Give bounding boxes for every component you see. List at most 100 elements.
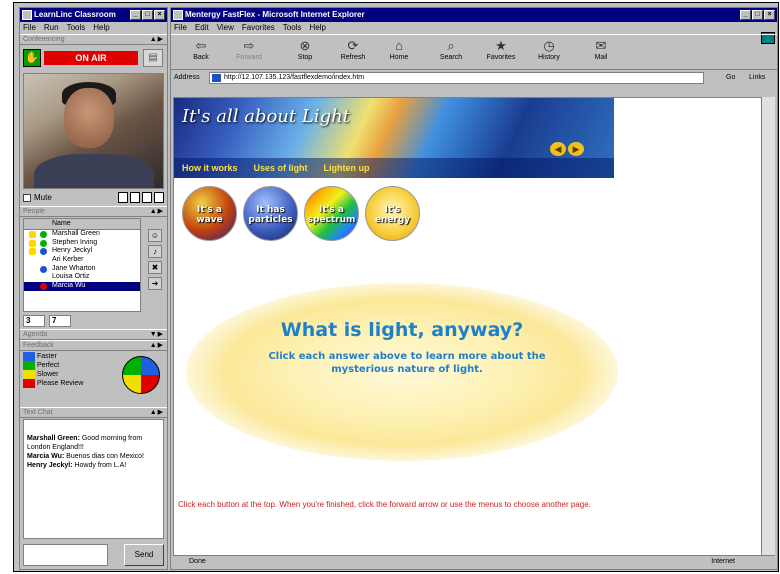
list-item-selected[interactable]: Marcia Wu [24, 282, 140, 291]
forward-button[interactable]: ⇨ Forward [227, 37, 271, 61]
nav-how-it-works[interactable]: How it works [182, 163, 238, 173]
send-button[interactable]: Send [124, 544, 164, 566]
camera-icon[interactable]: ▤ [143, 49, 163, 67]
back-button[interactable]: ⇦ Back [179, 37, 223, 61]
agenda-label: Agenda [23, 331, 48, 338]
section-toggle-icon[interactable]: ▼▶ [150, 330, 164, 340]
list-item[interactable]: Jane Wharton [24, 265, 140, 274]
remove-icon[interactable]: ✖ [148, 261, 162, 274]
menu-tools[interactable]: Tools [67, 22, 86, 34]
refresh-button[interactable]: ⟳ Refresh [331, 37, 375, 61]
maximize-button[interactable]: □ [752, 10, 763, 20]
instructions: Click each button at the top. When you'r… [178, 500, 591, 509]
close-button[interactable]: × [154, 10, 165, 20]
app-icon [22, 10, 32, 20]
mail-button[interactable]: ✉ Mail [579, 37, 623, 61]
text-chat-header[interactable]: Text Chat ▲▶ [20, 407, 167, 418]
particles-button[interactable]: It has particles [243, 186, 298, 241]
mic-icon[interactable] [130, 192, 140, 203]
list-item[interactable]: Marshall Green [24, 230, 140, 239]
menu-tools[interactable]: Tools [283, 22, 302, 34]
close-button[interactable]: × [764, 10, 775, 20]
minimize-button[interactable]: _ [130, 10, 141, 20]
maximize-button[interactable]: □ [142, 10, 153, 20]
raise-hand-button[interactable]: ✋ [23, 49, 41, 67]
list-item[interactable]: Henry Jeckyl [24, 247, 140, 256]
wave-button[interactable]: It's a wave [182, 186, 237, 241]
nav-uses-of-light[interactable]: Uses of light [254, 163, 308, 173]
feedback-panel: Faster Perfect Slower Please Review [23, 352, 164, 406]
agenda-header[interactable]: Agenda ▼▶ [20, 329, 167, 340]
menu-favorites[interactable]: Favorites [242, 22, 275, 34]
question-title: What is light, anyway? [280, 319, 524, 341]
home-button[interactable]: ⌂ Home [377, 37, 421, 61]
ie-icon [173, 10, 183, 20]
speaker-icon[interactable] [142, 192, 152, 203]
text-chat-label: Text Chat [23, 409, 53, 416]
menu-file[interactable]: File [23, 22, 36, 34]
chat-message: Marcia Wu: Buenos dias con Mexico! [27, 453, 144, 460]
minimize-button[interactable]: _ [740, 10, 751, 20]
banner-title: It's all about Light [182, 106, 350, 127]
talk-icon[interactable]: ♪ [148, 245, 162, 258]
feedback-label: Feedback [23, 342, 54, 349]
energy-button[interactable]: It's energy [365, 186, 420, 241]
menu-file[interactable]: File [174, 22, 187, 34]
chat-send-row: Send [20, 540, 167, 568]
page-icon [212, 74, 221, 82]
stop-button[interactable]: ⊗ Stop [283, 37, 327, 61]
section-toggle-icon[interactable]: ▲▶ [150, 341, 164, 351]
list-item[interactable]: Ari Kerber [24, 256, 140, 265]
chat-message: Marshall Green: Good morning from London… [27, 435, 143, 451]
conferencing-label: Conferencing [23, 36, 65, 43]
feedback-header[interactable]: Feedback ▲▶ [20, 340, 167, 351]
conferencing-header[interactable]: Conferencing ▲▶ [20, 34, 167, 45]
ie-titlebar[interactable]: Mentergy FastFlex - Microsoft Internet E… [171, 8, 777, 22]
menu-edit[interactable]: Edit [195, 22, 209, 34]
menu-run[interactable]: Run [44, 22, 59, 34]
back-arrow-icon[interactable]: ◀ [550, 142, 566, 156]
volume-icon[interactable] [118, 192, 128, 203]
section-toggle-icon[interactable]: ▲▶ [150, 207, 164, 217]
status-bar: Done Internet [173, 555, 775, 567]
learnlinc-titlebar[interactable]: LearnLinc Classroom _ □ × [20, 8, 167, 22]
people-label: People [23, 208, 45, 215]
desktop-frame: LearnLinc Classroom _ □ × File Run Tools… [13, 2, 779, 572]
banner: It's all about Light ◀ ▶ How it works Us… [174, 98, 614, 178]
list-item[interactable]: Louisa Ortiz [24, 273, 140, 282]
users-icon[interactable]: ☺ [148, 229, 162, 242]
menu-help[interactable]: Help [309, 22, 325, 34]
go-button[interactable]: Go [726, 70, 735, 86]
exit-icon[interactable]: ➜ [148, 277, 162, 290]
hand-count: 3 [23, 315, 45, 327]
search-button[interactable]: ⌕ Search [429, 37, 473, 61]
question-subtitle: Click each answer above to learn more ab… [268, 351, 546, 375]
status-text: Done [189, 558, 206, 565]
section-toggle-icon[interactable]: ▲▶ [150, 408, 164, 418]
menu-help[interactable]: Help [93, 22, 109, 34]
learnlinc-window: LearnLinc Classroom _ □ × File Run Tools… [19, 7, 168, 570]
menu-view[interactable]: View [217, 22, 234, 34]
page-content: It's all about Light ◀ ▶ How it works Us… [173, 97, 763, 557]
favorites-button[interactable]: ★ Favorites [479, 37, 523, 61]
spectrum-button[interactable]: It's a spectrum [304, 186, 359, 241]
name-column-header[interactable]: Name [24, 219, 140, 230]
mute-checkbox[interactable] [23, 193, 31, 202]
address-input[interactable]: http://12.107.135.123/fastflexdemo/index… [209, 72, 704, 84]
nav-lighten-up[interactable]: Lighten up [324, 163, 370, 173]
level-meter-icon [154, 192, 164, 203]
links-button[interactable]: Links [749, 70, 765, 86]
banner-nav: How it works Uses of light Lighten up [174, 158, 614, 178]
list-item[interactable]: Stephen Irving [24, 239, 140, 248]
ie-window: Mentergy FastFlex - Microsoft Internet E… [170, 7, 778, 570]
forward-arrow-icon[interactable]: ▶ [568, 142, 584, 156]
ie-toolbar: ⇦ Back ⇨ Forward ⊗ Stop ⟳ Refresh ⌂ Home ⌕ Sea… [171, 34, 777, 70]
chat-input[interactable] [23, 544, 108, 566]
section-toggle-icon[interactable]: ▲▶ [150, 35, 164, 45]
vertical-scrollbar[interactable] [761, 97, 775, 557]
people-header[interactable]: People ▲▶ [20, 206, 167, 217]
history-button[interactable]: ◷ History [527, 37, 571, 61]
learnlinc-menubar: File Run Tools Help [20, 22, 167, 34]
presenter-video [23, 73, 164, 189]
learnlinc-title: LearnLinc Classroom [34, 10, 116, 19]
